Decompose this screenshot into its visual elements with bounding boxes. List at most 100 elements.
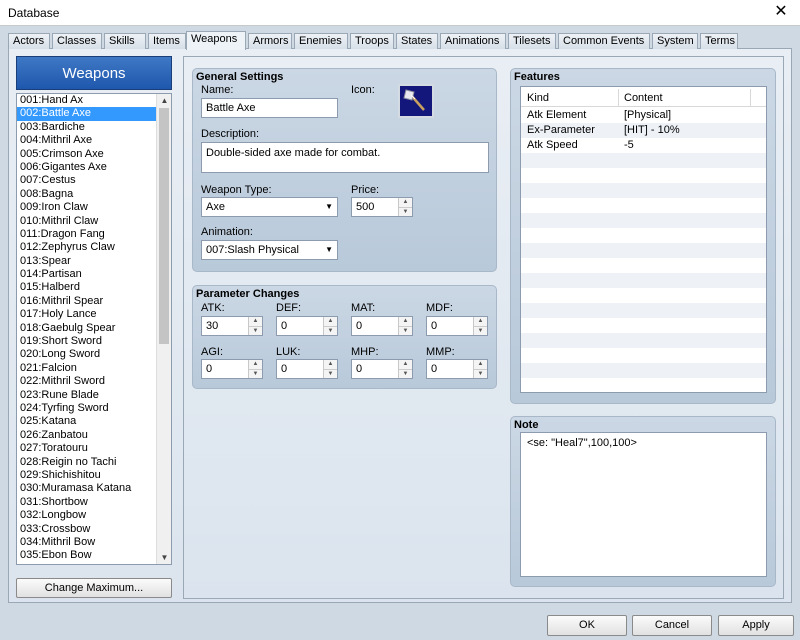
table-row[interactable]: Atk Speed -5: [521, 138, 766, 153]
list-item[interactable]: 005:Crimson Axe: [17, 148, 157, 161]
mdf-spin[interactable]: ▲ ▼: [473, 317, 487, 335]
table-row[interactable]: [521, 213, 766, 228]
spin-up-icon[interactable]: ▲: [324, 360, 337, 369]
mhp-stepper[interactable]: 0 ▲ ▼: [351, 359, 413, 379]
spin-down-icon[interactable]: ▼: [324, 326, 337, 335]
description-input[interactable]: Double-sided axe made for combat.: [201, 142, 489, 173]
tab-weapons[interactable]: Weapons: [186, 31, 246, 50]
table-row[interactable]: [521, 318, 766, 333]
table-row[interactable]: [521, 303, 766, 318]
list-item[interactable]: 030:Muramasa Katana: [17, 482, 157, 495]
list-item[interactable]: 002:Battle Axe: [17, 107, 157, 121]
table-row[interactable]: [521, 273, 766, 288]
list-item[interactable]: 025:Katana: [17, 415, 157, 428]
tab-enemies[interactable]: Enemies: [294, 33, 348, 49]
list-item[interactable]: 024:Tyrfing Sword: [17, 402, 157, 415]
list-item[interactable]: 035:Ebon Bow: [17, 549, 157, 562]
mat-stepper[interactable]: 0 ▲ ▼: [351, 316, 413, 336]
apply-button[interactable]: Apply: [718, 615, 794, 636]
list-item[interactable]: 028:Reigin no Tachi: [17, 456, 157, 469]
spin-down-icon[interactable]: ▼: [249, 369, 262, 378]
spin-up-icon[interactable]: ▲: [399, 360, 412, 369]
icon-selector[interactable]: [398, 84, 434, 118]
table-row[interactable]: [521, 243, 766, 258]
list-item[interactable]: 033:Crossbow: [17, 523, 157, 536]
list-item[interactable]: 014:Partisan: [17, 268, 157, 281]
list-item[interactable]: 004:Mithril Axe: [17, 134, 157, 147]
table-row[interactable]: [521, 378, 766, 392]
weapons-list[interactable]: 001:Hand Ax 002:Battle Axe 003:Bardiche 004…: [16, 93, 172, 565]
list-item[interactable]: 032:Longbow: [17, 509, 157, 522]
mmp-spin[interactable]: ▲ ▼: [473, 360, 487, 378]
list-item[interactable]: 018:Gaebulg Spear: [17, 322, 157, 335]
note-textarea[interactable]: <se: "Heal7",100,100>: [520, 432, 767, 577]
list-item[interactable]: 008:Bagna: [17, 188, 157, 201]
table-row[interactable]: [521, 288, 766, 303]
list-item[interactable]: 006:Gigantes Axe: [17, 161, 157, 174]
change-maximum-button[interactable]: Change Maximum...: [16, 578, 172, 598]
spin-down-icon[interactable]: ▼: [474, 369, 487, 378]
list-scrollbar[interactable]: ▲ ▼: [156, 94, 171, 564]
table-row[interactable]: [521, 258, 766, 273]
features-table[interactable]: Kind Content Atk Element [Physical] Ex-P…: [520, 86, 767, 393]
table-row[interactable]: [521, 198, 766, 213]
mdf-stepper[interactable]: 0 ▲ ▼: [426, 316, 488, 336]
agi-stepper[interactable]: 0 ▲ ▼: [201, 359, 263, 379]
ok-button[interactable]: OK: [547, 615, 627, 636]
list-item[interactable]: 003:Bardiche: [17, 121, 157, 134]
tab-troops[interactable]: Troops: [350, 33, 394, 49]
table-row[interactable]: [521, 363, 766, 378]
list-item[interactable]: 031:Shortbow: [17, 496, 157, 509]
tab-terms[interactable]: Terms: [700, 33, 738, 49]
close-icon[interactable]: ✕: [770, 2, 792, 22]
price-spin[interactable]: ▲ ▼: [398, 198, 412, 216]
table-row[interactable]: [521, 168, 766, 183]
def-stepper[interactable]: 0 ▲ ▼: [276, 316, 338, 336]
tab-classes[interactable]: Classes: [52, 33, 102, 49]
spin-down-icon[interactable]: ▼: [399, 207, 412, 216]
atk-spin[interactable]: ▲ ▼: [248, 317, 262, 335]
weapon-type-dropdown[interactable]: Axe ▼: [201, 197, 338, 217]
list-item[interactable]: 009:Iron Claw: [17, 201, 157, 214]
tab-items[interactable]: Items: [148, 33, 186, 49]
name-input[interactable]: Battle Axe: [201, 98, 338, 118]
table-row[interactable]: [521, 333, 766, 348]
table-row[interactable]: Ex-Parameter [HIT] - 10%: [521, 123, 766, 138]
tab-tilesets[interactable]: Tilesets: [508, 33, 556, 49]
spin-up-icon[interactable]: ▲: [249, 317, 262, 326]
mmp-stepper[interactable]: 0 ▲ ▼: [426, 359, 488, 379]
tab-states[interactable]: States: [396, 33, 438, 49]
list-item[interactable]: 021:Falcion: [17, 362, 157, 375]
tab-animations[interactable]: Animations: [440, 33, 506, 49]
spin-up-icon[interactable]: ▲: [474, 317, 487, 326]
list-item[interactable]: 016:Mithril Spear: [17, 295, 157, 308]
luk-spin[interactable]: ▲ ▼: [323, 360, 337, 378]
spin-down-icon[interactable]: ▼: [474, 326, 487, 335]
list-item[interactable]: 011:Dragon Fang: [17, 228, 157, 241]
spin-down-icon[interactable]: ▼: [399, 326, 412, 335]
agi-spin[interactable]: ▲ ▼: [248, 360, 262, 378]
tab-common-events[interactable]: Common Events: [558, 33, 650, 49]
spin-up-icon[interactable]: ▲: [324, 317, 337, 326]
spin-up-icon[interactable]: ▲: [249, 360, 262, 369]
scroll-up-icon[interactable]: ▲: [157, 94, 171, 107]
list-item[interactable]: 012:Zephyrus Claw: [17, 241, 157, 254]
list-item[interactable]: 034:Mithril Bow: [17, 536, 157, 549]
table-row[interactable]: [521, 153, 766, 168]
spin-down-icon[interactable]: ▼: [249, 326, 262, 335]
table-row[interactable]: [521, 183, 766, 198]
animation-dropdown[interactable]: 007:Slash Physical ▼: [201, 240, 338, 260]
spin-down-icon[interactable]: ▼: [324, 369, 337, 378]
tab-armors[interactable]: Armors: [248, 33, 292, 49]
table-row[interactable]: Atk Element [Physical]: [521, 108, 766, 123]
list-item[interactable]: 029:Shichishitou: [17, 469, 157, 482]
def-spin[interactable]: ▲ ▼: [323, 317, 337, 335]
mat-spin[interactable]: ▲ ▼: [398, 317, 412, 335]
list-item[interactable]: 007:Cestus: [17, 174, 157, 187]
scroll-thumb[interactable]: [159, 108, 169, 344]
list-item[interactable]: 013:Spear: [17, 255, 157, 268]
atk-stepper[interactable]: 30 ▲ ▼: [201, 316, 263, 336]
spin-up-icon[interactable]: ▲: [399, 317, 412, 326]
spin-up-icon[interactable]: ▲: [474, 360, 487, 369]
list-item[interactable]: 027:Toratouru: [17, 442, 157, 455]
